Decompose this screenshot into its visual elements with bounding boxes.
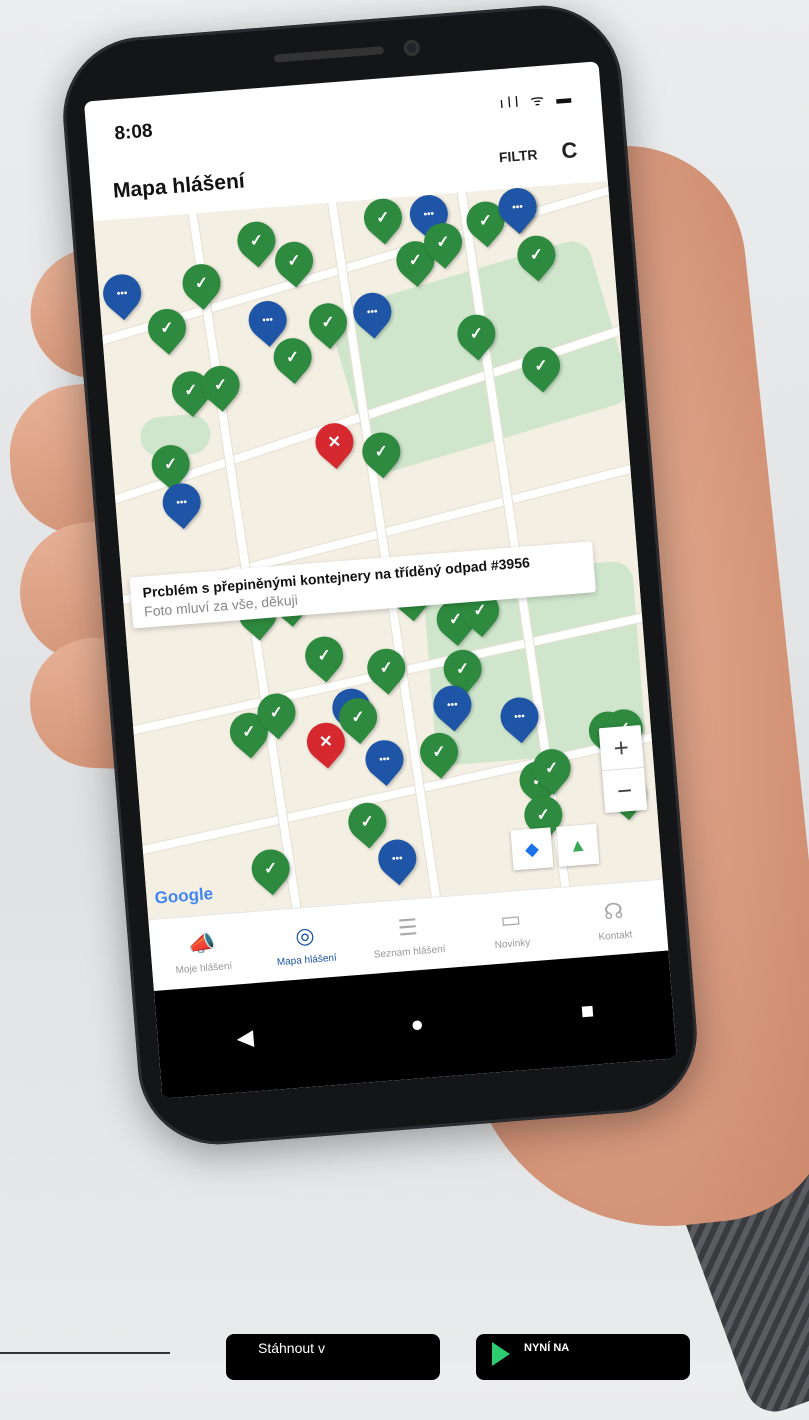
filter-button[interactable]: FILTR <box>498 146 538 165</box>
tab-label: Seznam hlášení <box>373 943 446 961</box>
google-logo: Google <box>153 884 214 908</box>
tab-icon: 📣 <box>187 929 217 957</box>
refresh-icon[interactable]: C <box>560 137 578 164</box>
phone-camera <box>403 39 421 57</box>
pin-glyph: ✓ <box>213 375 229 394</box>
tab-moje-hlášení[interactable]: 📣 Moje hlášení <box>148 912 257 992</box>
tab-label: Kontakt <box>598 928 633 943</box>
recent-apps-icon[interactable]: ■ <box>580 998 595 1025</box>
map-pin-blue[interactable]: ••• <box>357 732 411 787</box>
map-pin-green[interactable]: ✓ <box>297 629 351 683</box>
pin-glyph: ✓ <box>316 647 332 666</box>
tab-kontakt[interactable]: ☊ Kontakt <box>560 880 669 960</box>
google-maps-icon[interactable]: ▲ <box>556 823 600 867</box>
phone-speaker <box>273 46 385 63</box>
home-icon[interactable]: ● <box>410 1011 425 1038</box>
pin-glyph: ✓ <box>544 759 560 778</box>
tab-icon: ◎ <box>294 921 316 949</box>
pin-glyph: ✓ <box>320 313 336 332</box>
pin-glyph: ✓ <box>431 743 447 762</box>
tab-novinky[interactable]: ▭ Novinky <box>457 888 566 968</box>
pin-glyph: ••• <box>378 753 390 766</box>
status-time: 8:08 <box>113 120 154 145</box>
pin-glyph: ✓ <box>528 246 544 265</box>
pin-glyph: ✕ <box>327 433 343 452</box>
directions-icon[interactable]: ◆ <box>510 827 554 871</box>
tab-label: Novinky <box>494 936 531 951</box>
pin-glyph: ✓ <box>436 233 451 252</box>
google-play-icon <box>492 1342 510 1366</box>
status-icons: ıll ᯤ ▬ <box>498 89 576 113</box>
pin-glyph: ✓ <box>374 442 390 461</box>
map-pin-green[interactable]: ✓ <box>140 300 195 355</box>
pin-glyph: ✕ <box>318 732 334 751</box>
pin-glyph: ••• <box>511 201 523 213</box>
tab-icon: ☊ <box>602 897 625 924</box>
pin-glyph: ✓ <box>469 324 484 343</box>
pin-glyph: ••• <box>116 287 128 300</box>
footer-divider <box>0 1352 170 1354</box>
pin-glyph: ✓ <box>360 813 375 832</box>
zoom-in-button[interactable]: + <box>599 725 644 770</box>
app-store-badge[interactable]: Stáhnout v <box>226 1334 440 1380</box>
google-play-label: NYNÍ NA <box>524 1342 570 1354</box>
phone-device: 8:08 ıll ᯤ ▬ Mapa hlášení FILTR C ✓ ✓ ••• ✓… <box>57 0 703 1151</box>
pin-glyph: ••• <box>261 313 273 326</box>
map-pin-blue[interactable]: ••• <box>95 266 149 320</box>
page-title: Mapa hlášení <box>112 169 246 203</box>
tab-label: Mapa hlášení <box>276 952 338 968</box>
pin-glyph: ✓ <box>287 252 302 271</box>
phone-screen: 8:08 ıll ᯤ ▬ Mapa hlášení FILTR C ✓ ✓ ••• ✓… <box>83 61 677 1099</box>
back-icon[interactable]: ◀ <box>236 1024 255 1051</box>
map-view[interactable]: ✓ ✓ ••• ✓ ✓ ••• ✓ ••• ✓ ✓ ••• ✓ ✓ ✓ ✓ ••• ✓ ✓ ✓ ✓ ✓ ✕ ✓ ✓ ••• ✓ ✓ ✓… <box>93 180 663 920</box>
pin-glyph: ✓ <box>269 704 284 723</box>
pin-glyph: ✓ <box>159 319 175 338</box>
pin-glyph: ••• <box>446 699 458 711</box>
pin-glyph: ✓ <box>375 209 391 228</box>
app-store-label: Stáhnout v <box>258 1340 325 1356</box>
tab-mapa-hlášení[interactable]: ◎ Mapa hlášení <box>251 904 360 984</box>
tab-icon: ☰ <box>396 913 419 941</box>
pin-glyph: ✓ <box>455 659 470 678</box>
pin-glyph: ✓ <box>285 348 301 367</box>
pin-glyph: ✓ <box>534 356 549 375</box>
pin-glyph: ✓ <box>248 231 264 250</box>
pin-glyph: ••• <box>513 710 526 723</box>
map-pin-blue[interactable]: ••• <box>154 475 209 530</box>
tab-label: Moje hlášení <box>175 960 233 976</box>
pin-glyph: ✓ <box>263 859 279 878</box>
pin-glyph: ✓ <box>194 274 209 293</box>
zoom-out-button[interactable]: − <box>602 768 647 813</box>
zoom-control: + − <box>598 725 648 814</box>
pin-glyph: ••• <box>175 496 188 509</box>
map-action-buttons: ◆ ▲ <box>510 823 600 871</box>
pin-glyph: ••• <box>391 852 403 865</box>
google-play-badge[interactable]: NYNÍ NA <box>476 1334 690 1380</box>
tab-icon: ▭ <box>499 905 522 933</box>
pin-glyph: ✓ <box>163 455 179 474</box>
pin-glyph: ••• <box>366 305 378 318</box>
pin-glyph: ✓ <box>379 659 394 678</box>
tab-seznam-hlášení[interactable]: ☰ Seznam hlášení <box>354 896 463 976</box>
